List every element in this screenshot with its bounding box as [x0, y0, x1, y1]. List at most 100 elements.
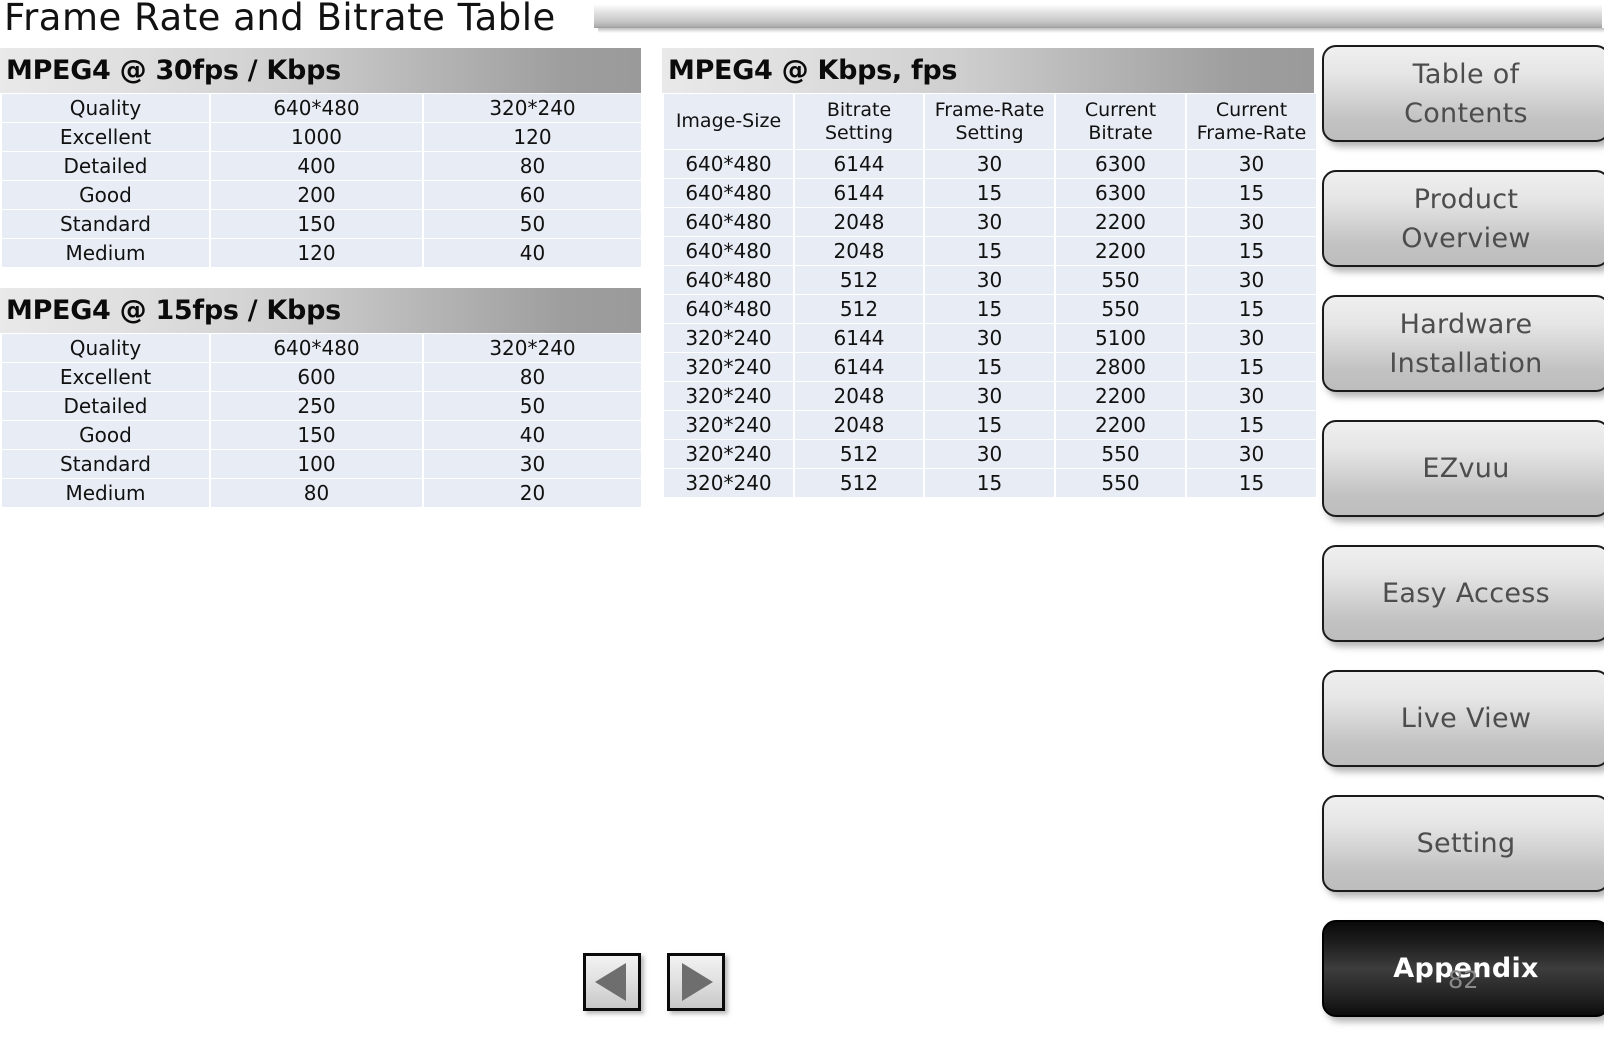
- cell-frame-rate-setting: 15: [925, 469, 1054, 497]
- cell-640x480: 120: [211, 239, 422, 267]
- sidebar-item-label-line1: Easy Access: [1382, 578, 1550, 609]
- cell-frame-rate-setting: 30: [925, 208, 1054, 236]
- column-header-quality: Quality: [2, 94, 209, 122]
- table-row: Medium 80 20: [2, 479, 641, 507]
- cell-current-bitrate: 6300: [1056, 179, 1185, 207]
- cell-quality: Standard: [2, 450, 209, 478]
- table-row: 640*480 512 15 550 15: [664, 295, 1316, 323]
- column-header-320x240: 320*240: [424, 94, 641, 122]
- column-header-image-size: Image-Size: [664, 94, 793, 149]
- header-line-2: Frame-Rate: [1196, 121, 1307, 144]
- table-row: Excellent 600 80: [2, 363, 641, 391]
- table-row: 640*480 2048 15 2200 15: [664, 237, 1316, 265]
- cell-current-frame-rate: 15: [1187, 353, 1316, 381]
- sidebar-item-setting[interactable]: Setting: [1322, 795, 1604, 892]
- cell-current-bitrate: 550: [1056, 295, 1185, 323]
- sidebar-item-label-line1: EZvuu: [1422, 453, 1510, 484]
- cell-quality: Good: [2, 421, 209, 449]
- table-row: 640*480 6144 30 6300 30: [664, 150, 1316, 178]
- header-line-1: Current: [1084, 98, 1157, 121]
- sidebar-item-ezvuu[interactable]: EZvuu: [1322, 420, 1604, 517]
- cell-current-bitrate: 550: [1056, 266, 1185, 294]
- cell-640x480: 150: [211, 421, 422, 449]
- table-row: Good 150 40: [2, 421, 641, 449]
- cell-bitrate-setting: 2048: [795, 411, 923, 439]
- cell-320x240: 20: [424, 479, 641, 507]
- cell-640x480: 100: [211, 450, 422, 478]
- column-header-640x480: 640*480: [211, 94, 422, 122]
- cell-current-bitrate: 550: [1056, 469, 1185, 497]
- page-title: Frame Rate and Bitrate Table: [4, 0, 556, 39]
- previous-page-button[interactable]: [583, 953, 641, 1011]
- cell-current-bitrate: 2200: [1056, 237, 1185, 265]
- cell-bitrate-setting: 2048: [795, 208, 923, 236]
- cell-current-frame-rate: 15: [1187, 237, 1316, 265]
- header-line-1: Current: [1215, 98, 1288, 121]
- cell-640x480: 150: [211, 210, 422, 238]
- cell-320x240: 40: [424, 239, 641, 267]
- cell-current-frame-rate: 15: [1187, 295, 1316, 323]
- table-header-row: Quality 640*480 320*240: [2, 94, 641, 122]
- table-header-label: MPEG4 @ Kbps, fps: [668, 55, 958, 86]
- sidebar-item-easy-access[interactable]: Easy Access: [1322, 545, 1604, 642]
- sidebar-item-hardware-installation[interactable]: Hardware Installation: [1322, 295, 1604, 392]
- table-row: 640*480 2048 30 2200 30: [664, 208, 1316, 236]
- cell-frame-rate-setting: 15: [925, 179, 1054, 207]
- cell-image-size: 640*480: [664, 237, 793, 265]
- page-navigation: [583, 953, 725, 1011]
- cell-640x480: 600: [211, 363, 422, 391]
- cell-current-frame-rate: 30: [1187, 324, 1316, 352]
- cell-quality: Standard: [2, 210, 209, 238]
- cell-640x480: 1000: [211, 123, 422, 151]
- table-header-row: Image-Size Bitrate Setting Frame-Rate Se…: [664, 94, 1316, 149]
- page-number: 82: [1448, 966, 1479, 994]
- cell-frame-rate-setting: 30: [925, 382, 1054, 410]
- sidebar-item-live-view[interactable]: Live View: [1322, 670, 1604, 767]
- table-mpeg4-kbps-fps: Image-Size Bitrate Setting Frame-Rate Se…: [662, 93, 1318, 498]
- cell-quality: Medium: [2, 479, 209, 507]
- sidebar-item-table-of-contents[interactable]: Table of Contents: [1322, 45, 1604, 142]
- cell-640x480: 400: [211, 152, 422, 180]
- cell-320x240: 80: [424, 363, 641, 391]
- cell-320x240: 120: [424, 123, 641, 151]
- table-mpeg4-15fps: Quality 640*480 320*240 Excellent 600 80…: [0, 333, 643, 508]
- column-header-current-frame-rate: Current Frame-Rate: [1187, 94, 1316, 149]
- sidebar-item-label-line1: Live View: [1400, 703, 1532, 734]
- cell-current-bitrate: 2200: [1056, 208, 1185, 236]
- cell-bitrate-setting: 6144: [795, 324, 923, 352]
- cell-frame-rate-setting: 15: [925, 411, 1054, 439]
- cell-image-size: 320*240: [664, 440, 793, 468]
- cell-bitrate-setting: 2048: [795, 237, 923, 265]
- cell-current-frame-rate: 30: [1187, 208, 1316, 236]
- header-line-2: Bitrate: [1088, 121, 1153, 144]
- table-header-mpeg4-15fps: MPEG4 @ 15fps / Kbps: [0, 288, 641, 333]
- cell-current-bitrate: 2800: [1056, 353, 1185, 381]
- table-block-mpeg4-15fps: MPEG4 @ 15fps / Kbps Quality 640*480 320…: [0, 288, 643, 508]
- sidebar-item-label-line1: Product: [1413, 183, 1519, 215]
- header-line-1: Image-Size: [675, 110, 782, 132]
- table-header-label: MPEG4 @ 30fps / Kbps: [6, 55, 341, 86]
- cell-current-bitrate: 5100: [1056, 324, 1185, 352]
- header-line-2: Setting: [955, 121, 1024, 144]
- table-row: 320*240 6144 15 2800 15: [664, 353, 1316, 381]
- cell-frame-rate-setting: 15: [925, 295, 1054, 323]
- sidebar-item-product-overview[interactable]: Product Overview: [1322, 170, 1604, 267]
- cell-current-frame-rate: 15: [1187, 179, 1316, 207]
- cell-bitrate-setting: 6144: [795, 179, 923, 207]
- next-page-button[interactable]: [667, 953, 725, 1011]
- cell-frame-rate-setting: 30: [925, 150, 1054, 178]
- cell-current-frame-rate: 15: [1187, 411, 1316, 439]
- column-header-frame-rate-setting: Frame-Rate Setting: [925, 94, 1054, 149]
- header-line-2: Setting: [824, 121, 894, 144]
- cell-current-bitrate: 2200: [1056, 411, 1185, 439]
- cell-320x240: 50: [424, 392, 641, 420]
- sidebar-item-label-line2: Installation: [1389, 347, 1543, 379]
- cell-image-size: 320*240: [664, 324, 793, 352]
- cell-bitrate-setting: 512: [795, 295, 923, 323]
- cell-bitrate-setting: 512: [795, 266, 923, 294]
- table-mpeg4-30fps: Quality 640*480 320*240 Excellent 1000 1…: [0, 93, 643, 268]
- cell-current-frame-rate: 30: [1187, 382, 1316, 410]
- table-row: Excellent 1000 120: [2, 123, 641, 151]
- table-row: 320*240 2048 15 2200 15: [664, 411, 1316, 439]
- table-row: Standard 100 30: [2, 450, 641, 478]
